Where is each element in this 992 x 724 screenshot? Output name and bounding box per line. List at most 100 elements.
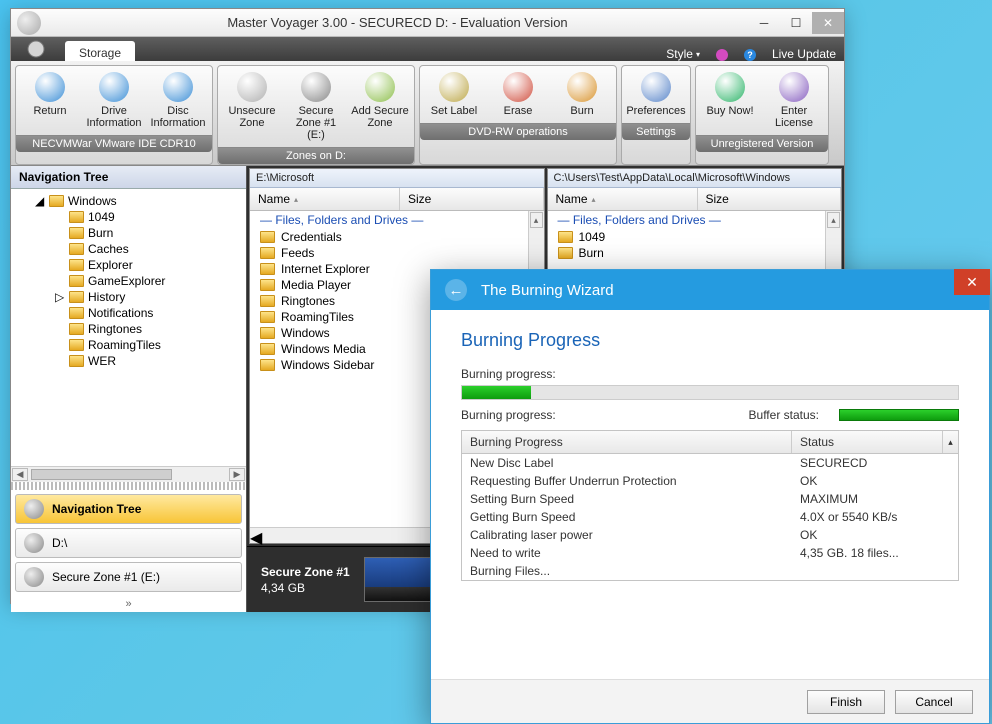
collapse-icon[interactable]: ◢	[35, 194, 45, 208]
left-pane-header: Name▴ Size	[250, 188, 544, 211]
list-item[interactable]: 1049	[548, 229, 842, 245]
secure-zone-acc[interactable]: Secure Zone #1 (E:)	[15, 562, 242, 592]
unsecure-zone-button[interactable]: Unsecure Zone	[220, 70, 284, 143]
toolbar-button-label: Preferences	[626, 105, 685, 117]
finish-button[interactable]: Finish	[807, 690, 885, 714]
folder-icon	[260, 263, 275, 275]
right-pane-path[interactable]: C:\Users\Test\AppData\Local\Microsoft\Wi…	[548, 169, 842, 188]
row-key: Need to write	[462, 545, 792, 561]
set-label-button[interactable]: Set Label	[422, 70, 486, 119]
col-name[interactable]: Name▴	[250, 188, 400, 210]
tree-item[interactable]: Ringtones	[11, 321, 246, 337]
drive-info-button[interactable]: Drive Information	[82, 70, 146, 131]
window-controls: ─ ☐ ✕	[748, 12, 844, 34]
zone-size: 4,34 GB	[261, 581, 350, 595]
preferences-button[interactable]: Preferences	[624, 70, 688, 119]
cancel-button[interactable]: Cancel	[895, 690, 973, 714]
tree-item[interactable]: 1049	[11, 209, 246, 225]
toolbar-group-label: NECVMWar VMware IDE CDR10	[16, 135, 212, 152]
app-menu-icon[interactable]	[11, 37, 61, 61]
progress-bar	[461, 385, 959, 400]
table-row: Getting Burn Speed4.0X or 5540 KB/s	[462, 508, 958, 526]
expand-icon[interactable]: ▷	[55, 290, 65, 304]
table-scroll-up[interactable]: ▴	[942, 431, 958, 453]
pane-section: — Files, Folders and Drives —	[250, 211, 544, 229]
buy-now-button-icon	[715, 72, 745, 102]
disc-info-button-icon	[163, 72, 193, 102]
accordion-label: D:\	[52, 536, 67, 550]
wizard-close-button[interactable]: ✕	[954, 269, 990, 295]
item-label: Windows Media	[281, 342, 366, 356]
erase-button-icon	[503, 72, 533, 102]
maximize-button[interactable]: ☐	[780, 12, 812, 34]
d-drive-acc[interactable]: D:\	[15, 528, 242, 558]
tree-item[interactable]: WER	[11, 353, 246, 369]
scroll-left-icon[interactable]: ◀	[12, 468, 28, 481]
toolbar-button-label: Set Label	[431, 105, 477, 117]
tree-item[interactable]: Burn	[11, 225, 246, 241]
tree-item[interactable]: RoamingTiles	[11, 337, 246, 353]
table-row: Setting Burn SpeedMAXIMUM	[462, 490, 958, 508]
item-label: RoamingTiles	[281, 310, 354, 324]
tree-item[interactable]: GameExplorer	[11, 273, 246, 289]
scroll-right-icon[interactable]: ▶	[229, 468, 245, 481]
help-button[interactable]: ?	[736, 49, 764, 61]
toolbar-group-label: Zones on D:	[218, 147, 414, 164]
tab-storage[interactable]: Storage	[65, 41, 135, 61]
list-item[interactable]: Credentials	[250, 229, 544, 245]
minimize-button[interactable]: ─	[748, 12, 780, 34]
nav-hscroll[interactable]: ◀ ▶	[11, 466, 246, 482]
wizard-back-icon[interactable]: ←	[445, 279, 467, 301]
tree-item[interactable]: ▷History	[11, 289, 246, 305]
row-key: Getting Burn Speed	[462, 509, 792, 525]
progress-label: Burning progress:	[461, 367, 959, 381]
col-size[interactable]: Size	[400, 188, 544, 210]
progress-label-2: Burning progress:	[461, 408, 556, 422]
secure-zone-button-icon	[301, 72, 331, 102]
list-item[interactable]: Burn	[548, 245, 842, 261]
disc-info-button[interactable]: Disc Information	[146, 70, 210, 131]
left-pane-path[interactable]: E:\Microsoft	[250, 169, 544, 188]
folder-icon	[69, 307, 84, 319]
tree-item[interactable]: Explorer	[11, 257, 246, 273]
row-value: 4.0X or 5540 KB/s	[792, 509, 958, 525]
live-update-link[interactable]: Live Update	[764, 47, 844, 61]
accordion-expand[interactable]: »	[11, 596, 246, 612]
folder-icon	[260, 343, 275, 355]
help-icon[interactable]	[708, 49, 736, 61]
folder-icon	[260, 327, 275, 339]
col-status[interactable]: Status	[792, 431, 942, 453]
erase-button[interactable]: Erase	[486, 70, 550, 119]
tree-item[interactable]: Caches	[11, 241, 246, 257]
wizard-titlebar: ← The Burning Wizard ✕	[431, 270, 989, 310]
return-button[interactable]: Return	[18, 70, 82, 131]
secure-zone-button[interactable]: Secure Zone #1 (E:)	[284, 70, 348, 143]
item-label: Windows	[281, 326, 330, 340]
folder-icon	[69, 323, 84, 335]
toolbar-button-label: Secure Zone #1 (E:)	[286, 105, 346, 141]
col-name[interactable]: Name▴	[548, 188, 698, 210]
nav-tree[interactable]: ◢Windows1049BurnCachesExplorerGameExplor…	[11, 189, 246, 466]
add-secure-zone-button-icon	[365, 72, 395, 102]
close-button[interactable]: ✕	[812, 12, 844, 34]
list-item[interactable]: Feeds	[250, 245, 544, 261]
add-secure-zone-button[interactable]: Add Secure Zone	[348, 70, 412, 143]
nav-tree-acc[interactable]: Navigation Tree	[15, 494, 242, 524]
tree-item-root[interactable]: ◢Windows	[11, 193, 246, 209]
scroll-thumb[interactable]	[31, 469, 172, 480]
toolbar-button-label: Erase	[504, 105, 533, 117]
table-row: Calibrating laser powerOK	[462, 526, 958, 544]
enter-license-button[interactable]: Enter License	[762, 70, 826, 131]
col-size[interactable]: Size	[698, 188, 842, 210]
burn-button[interactable]: Burn	[550, 70, 614, 119]
splitter[interactable]	[11, 482, 246, 490]
table-row: Need to write4,35 GB. 18 files...	[462, 544, 958, 562]
style-menu[interactable]: Style▾	[658, 47, 708, 61]
tree-item[interactable]: Notifications	[11, 305, 246, 321]
item-label: Windows Sidebar	[281, 358, 374, 372]
folder-icon	[69, 355, 84, 367]
folder-icon	[49, 195, 64, 207]
buy-now-button[interactable]: Buy Now!	[698, 70, 762, 131]
col-progress[interactable]: Burning Progress	[462, 431, 792, 453]
wizard-title: The Burning Wizard	[481, 282, 614, 299]
